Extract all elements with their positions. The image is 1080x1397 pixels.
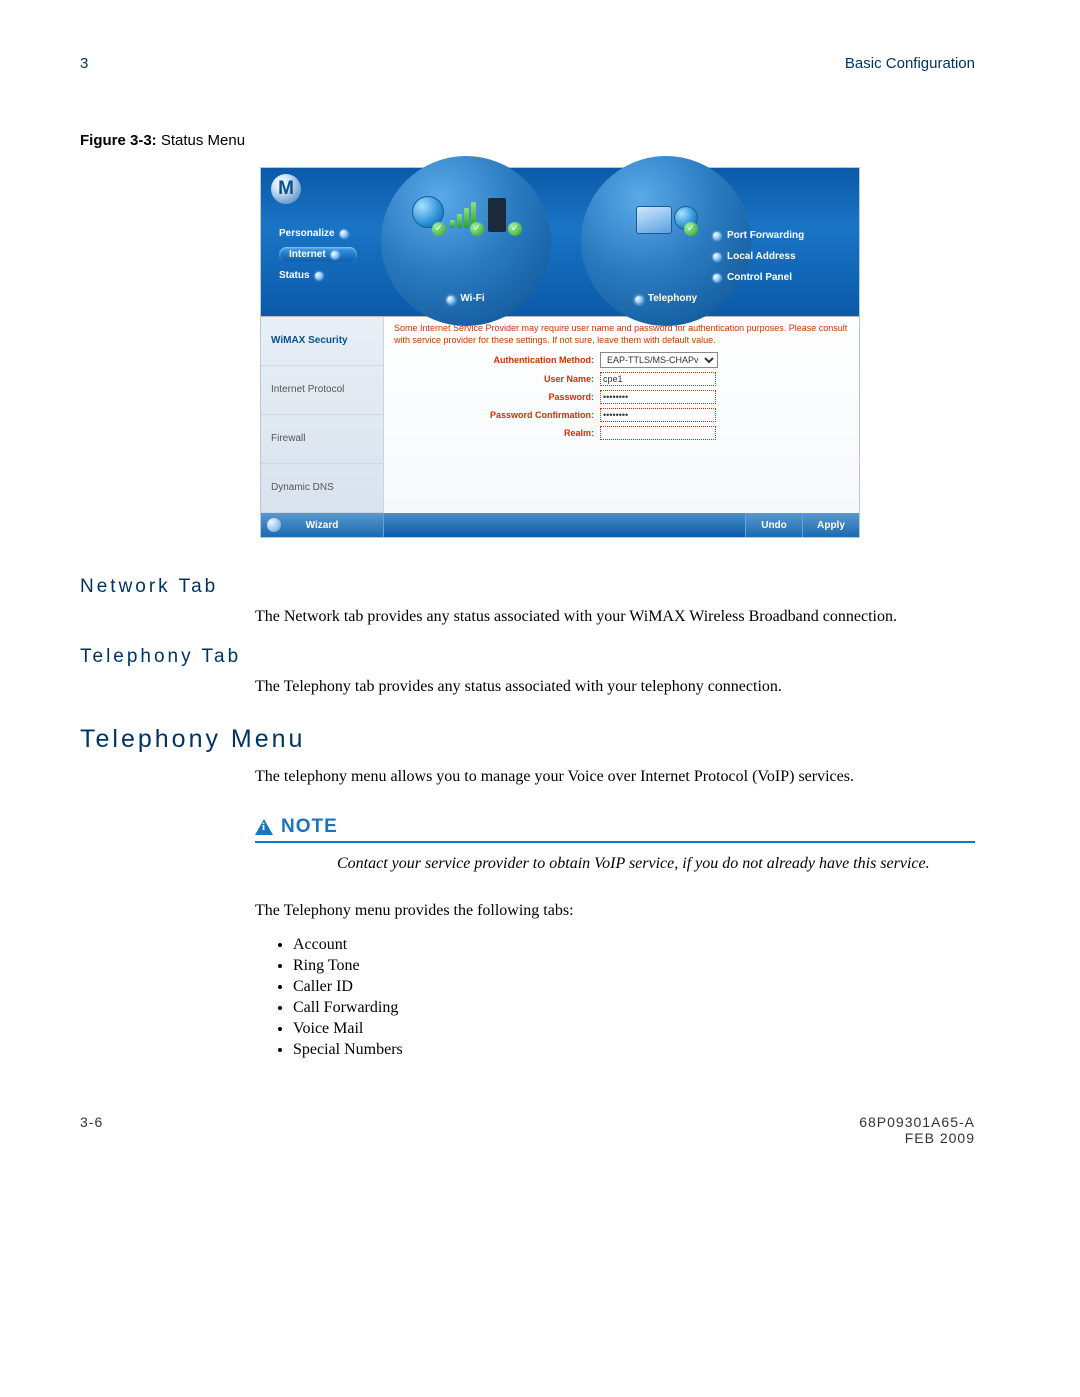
figure-label: Figure 3-3: [80, 132, 157, 149]
list-item: Caller ID [293, 978, 975, 996]
page-footer: 3-6 68P09301A65-A FEB 2009 [80, 1114, 975, 1146]
list-item: Voice Mail [293, 1020, 975, 1038]
doc-number: 68P09301A65-A [859, 1114, 975, 1130]
nav-internet[interactable]: Internet [279, 247, 394, 262]
network-tab-heading: Network Tab [80, 576, 975, 598]
figure-caption: Figure 3-3: Status Menu [80, 132, 975, 149]
motorola-logo-icon: M [271, 174, 301, 204]
password-input[interactable] [600, 390, 716, 404]
tabs-intro: The Telephony menu provides the followin… [255, 900, 975, 922]
list-item: Account [293, 936, 975, 954]
username-input[interactable] [600, 372, 716, 386]
telephony-tab-text: The Telephony tab provides any status as… [255, 676, 975, 698]
undo-button[interactable]: Undo [745, 513, 802, 537]
auth-method-label: Authentication Method: [394, 355, 600, 365]
nav-local-address[interactable]: Local Address [713, 251, 843, 262]
settings-sidebar: WiMAX Security Internet Protocol Firewal… [261, 317, 384, 513]
figure-title: Status Menu [161, 132, 245, 149]
wifi-label: Wi-Fi [460, 293, 484, 304]
note-box: NOTE Contact your service provider to ob… [255, 816, 975, 875]
sidebar-internet-protocol[interactable]: Internet Protocol [261, 366, 383, 415]
wifi-bubble[interactable]: ✓ ✓ ✓ Wi-Fi [381, 156, 551, 326]
chapter-number: 3 [80, 55, 88, 72]
realm-input[interactable] [600, 426, 716, 440]
network-tab-text: The Network tab provides any status asso… [255, 606, 975, 628]
wizard-button[interactable]: Wizard [261, 513, 384, 537]
sidebar-dynamic-dns[interactable]: Dynamic DNS [261, 464, 383, 513]
telephony-label: Telephony [648, 293, 697, 304]
password-confirm-input[interactable] [600, 408, 716, 422]
password-confirm-label: Password Confirmation: [394, 410, 600, 420]
realm-label: Realm: [394, 428, 600, 438]
wizard-icon [267, 518, 281, 532]
nav-control-panel[interactable]: Control Panel [713, 272, 843, 283]
status-menu-screenshot: M ✓ ✓ ✓ Wi-Fi ✓ Telephony [260, 167, 860, 538]
password-label: Password: [394, 392, 600, 402]
page-number: 3-6 [80, 1114, 103, 1146]
nav-status[interactable]: Status [279, 270, 394, 281]
nav-port-forwarding[interactable]: Port Forwarding [713, 230, 843, 241]
auth-method-select[interactable]: EAP-TTLS/MS-CHAPv2 [600, 352, 718, 368]
list-item: Ring Tone [293, 957, 975, 975]
apply-button[interactable]: Apply [802, 513, 859, 537]
note-label: NOTE [281, 816, 338, 838]
sidebar-wimax-security[interactable]: WiMAX Security [261, 317, 383, 366]
telephony-menu-text: The telephony menu allows you to manage … [255, 766, 975, 788]
list-item: Call Forwarding [293, 999, 975, 1017]
note-icon [255, 819, 273, 835]
nav-personalize[interactable]: Personalize [279, 228, 394, 239]
help-text: Some Internet Service Provider may requi… [394, 323, 849, 346]
telephony-tabs-list: Account Ring Tone Caller ID Call Forward… [275, 936, 975, 1059]
sidebar-firewall[interactable]: Firewall [261, 415, 383, 464]
telephony-menu-heading: Telephony Menu [80, 725, 975, 754]
doc-date: FEB 2009 [905, 1130, 975, 1146]
username-label: User Name: [394, 374, 600, 384]
page-header: 3 Basic Configuration [80, 55, 975, 72]
telephony-tab-heading: Telephony Tab [80, 646, 975, 668]
list-item: Special Numbers [293, 1041, 975, 1059]
note-body: Contact your service provider to obtain … [337, 853, 972, 875]
section-title: Basic Configuration [845, 55, 975, 72]
